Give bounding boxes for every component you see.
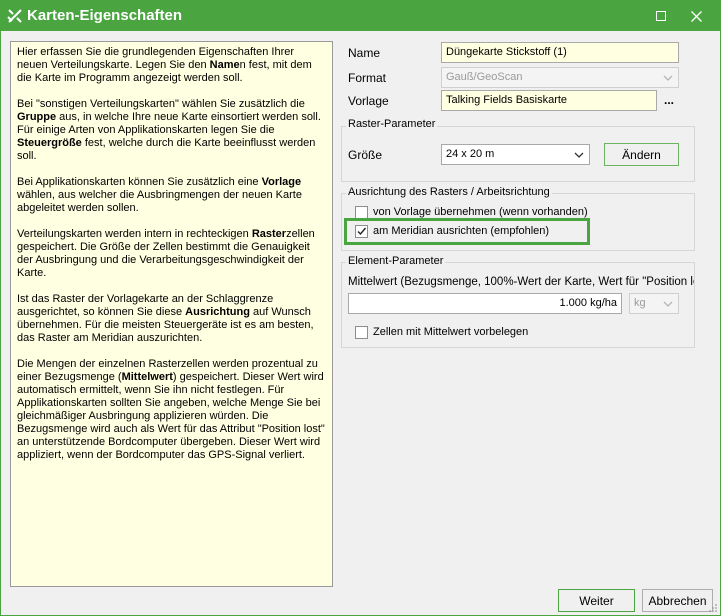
name-label: Name (348, 46, 381, 60)
unit-select[interactable]: kg (629, 293, 679, 314)
close-icon (690, 10, 702, 22)
raster-parameter-title: Raster-Parameter (346, 118, 438, 130)
meridian-label: am Meridian ausrichten (empfohlen) (373, 225, 550, 237)
help-paragraph-raster: Verteilungskarten werden intern in recht… (17, 228, 315, 279)
alignment-title: Ausrichtung des Rasters / Arbeitsrichtun… (346, 186, 552, 198)
chevron-down-icon (663, 75, 673, 81)
checkmark-icon (357, 227, 367, 236)
window-title: Karten-Eigenschaften (27, 7, 183, 24)
chevron-down-icon (663, 301, 673, 307)
mean-value-label: Mittelwert (Bezugsmenge, 100%-Wert der K… (348, 276, 694, 288)
properties-dialog: Karten-Eigenschaften Hier erfassen Sie d… (0, 0, 721, 616)
change-size-button[interactable]: Ändern (604, 143, 679, 166)
help-text-panel: Hier erfassen Sie die grundlegenden Eige… (10, 41, 333, 587)
template-browse-button[interactable]: ... (664, 93, 674, 107)
size-value: 24 x 20 m (446, 148, 495, 160)
template-label: Vorlage (348, 94, 389, 108)
map-tool-icon (7, 9, 22, 23)
element-parameter-title: Element-Parameter (346, 255, 446, 267)
unit-value: kg (634, 297, 646, 309)
chevron-down-icon (574, 152, 584, 158)
help-paragraph-alignment: Ist das Raster der Vorlagekarte an der S… (17, 293, 314, 344)
help-paragraph-name: Hier erfassen Sie die grundlegenden Eige… (17, 46, 312, 84)
prefill-label: Zellen mit Mittelwert vorbelegen (373, 326, 529, 338)
help-paragraph-mean: Die Mengen der einzelnen Rasterzellen we… (17, 358, 325, 461)
meridian-checkbox[interactable] (355, 225, 368, 238)
format-value: Gauß/GeoScan (446, 71, 523, 83)
format-select[interactable]: Gauß/GeoScan (441, 67, 679, 88)
format-label: Format (348, 71, 387, 85)
close-button[interactable] (681, 1, 711, 31)
maximize-icon (656, 11, 666, 21)
from-template-label: von Vorlage übernehmen (wenn vorhanden) (373, 206, 588, 218)
maximize-button[interactable] (646, 1, 676, 31)
title-bar[interactable]: Karten-Eigenschaften (1, 1, 720, 31)
help-paragraph-template: Bei Applikationskarten können Sie zusätz… (17, 176, 302, 214)
size-label: Größe (348, 148, 383, 162)
template-input[interactable]: Talking Fields Basiskarte (441, 90, 657, 111)
help-paragraph-group: Bei "sonstigen Verteilungskarten" wählen… (17, 98, 321, 162)
name-input[interactable]: Düngekarte Stickstoff (1) (441, 42, 679, 63)
size-select[interactable]: 24 x 20 m (441, 144, 590, 165)
next-button[interactable]: Weiter (558, 589, 635, 612)
prefill-checkbox[interactable] (355, 326, 368, 339)
mean-value-input[interactable]: 1.000 kg/ha (348, 293, 622, 314)
cancel-button[interactable]: Abbrechen (642, 589, 713, 612)
resize-grip-icon[interactable] (708, 603, 718, 613)
